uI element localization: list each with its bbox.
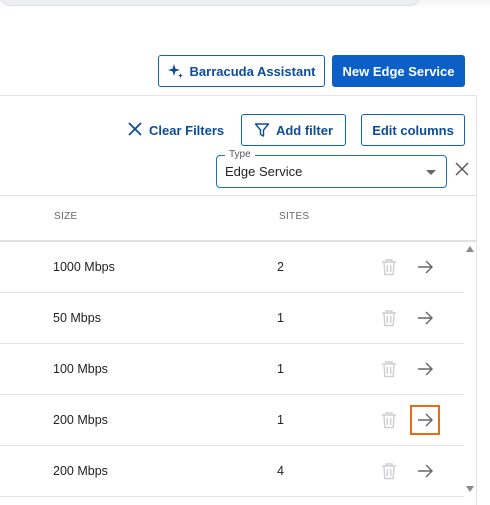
sparkle-icon bbox=[167, 63, 184, 79]
open-details-button[interactable] bbox=[410, 354, 440, 384]
table-row[interactable]: 200 Mbps 4 bbox=[0, 446, 464, 497]
open-details-button[interactable] bbox=[410, 456, 440, 486]
arrow-right-icon bbox=[418, 413, 433, 427]
open-details-button[interactable] bbox=[410, 252, 440, 282]
panel-top-divider bbox=[0, 95, 477, 96]
arrow-right-icon bbox=[418, 260, 433, 274]
scroll-up-arrow-icon[interactable] bbox=[466, 246, 474, 252]
table-row[interactable]: 200 Mbps 1 bbox=[0, 395, 464, 446]
close-icon bbox=[455, 162, 469, 176]
add-filter-label: Add filter bbox=[275, 122, 334, 138]
sites-cell: 2 bbox=[277, 260, 284, 274]
type-filter-value: Edge Service bbox=[225, 164, 303, 179]
close-icon bbox=[128, 121, 142, 139]
size-cell: 50 Mbps bbox=[53, 311, 101, 325]
open-details-button[interactable] bbox=[410, 303, 440, 333]
arrow-right-icon bbox=[418, 464, 433, 478]
table-header-top-divider bbox=[0, 195, 476, 196]
clear-filters-label: Clear Filters bbox=[149, 122, 225, 138]
table-row[interactable]: 100 Mbps 1 bbox=[0, 344, 464, 395]
sites-cell: 4 bbox=[277, 464, 284, 478]
edit-columns-label: Edit columns bbox=[372, 122, 454, 138]
column-header-size[interactable]: SIZE bbox=[54, 211, 77, 222]
delete-trash-icon[interactable] bbox=[379, 359, 399, 384]
arrow-right-icon bbox=[418, 311, 433, 325]
clear-filters-button[interactable]: Clear Filters bbox=[128, 118, 224, 142]
column-header-sites[interactable]: SITES bbox=[279, 211, 309, 222]
sites-cell: 1 bbox=[277, 362, 284, 376]
table-scrollbar[interactable] bbox=[464, 242, 476, 497]
filter-funnel-icon bbox=[254, 122, 270, 138]
panel-right-divider bbox=[476, 95, 477, 505]
size-cell: 100 Mbps bbox=[53, 362, 108, 376]
top-bar-fade bbox=[0, 0, 490, 8]
barracuda-assistant-label: Barracuda Assistant bbox=[189, 63, 316, 79]
new-edge-service-button[interactable]: New Edge Service bbox=[332, 55, 465, 87]
dropdown-caret-icon bbox=[426, 170, 436, 175]
sites-cell: 1 bbox=[277, 311, 284, 325]
add-filter-button[interactable]: Add filter bbox=[241, 114, 346, 146]
new-edge-service-label: New Edge Service bbox=[342, 63, 455, 79]
remove-filter-button[interactable] bbox=[455, 162, 469, 181]
sites-cell: 1 bbox=[277, 413, 284, 427]
size-cell: 200 Mbps bbox=[53, 413, 108, 427]
top-search-edge bbox=[0, 0, 420, 6]
barracuda-assistant-button[interactable]: Barracuda Assistant bbox=[158, 55, 325, 87]
size-cell: 1000 Mbps bbox=[53, 260, 115, 274]
arrow-right-icon bbox=[418, 362, 433, 376]
size-cell: 200 Mbps bbox=[53, 464, 108, 478]
delete-trash-icon[interactable] bbox=[379, 461, 399, 486]
table-row[interactable]: 50 Mbps 1 bbox=[0, 293, 464, 344]
delete-trash-icon[interactable] bbox=[379, 308, 399, 333]
delete-trash-icon[interactable] bbox=[379, 257, 399, 282]
type-filter-legend: Type bbox=[225, 149, 255, 160]
type-filter-select[interactable]: Type Edge Service bbox=[216, 149, 447, 188]
table-row[interactable]: 1000 Mbps 2 bbox=[0, 242, 464, 293]
scroll-down-arrow-icon[interactable] bbox=[466, 486, 474, 492]
delete-trash-icon[interactable] bbox=[379, 410, 399, 435]
edit-columns-button[interactable]: Edit columns bbox=[361, 114, 465, 146]
open-details-button-highlighted[interactable] bbox=[410, 405, 440, 435]
